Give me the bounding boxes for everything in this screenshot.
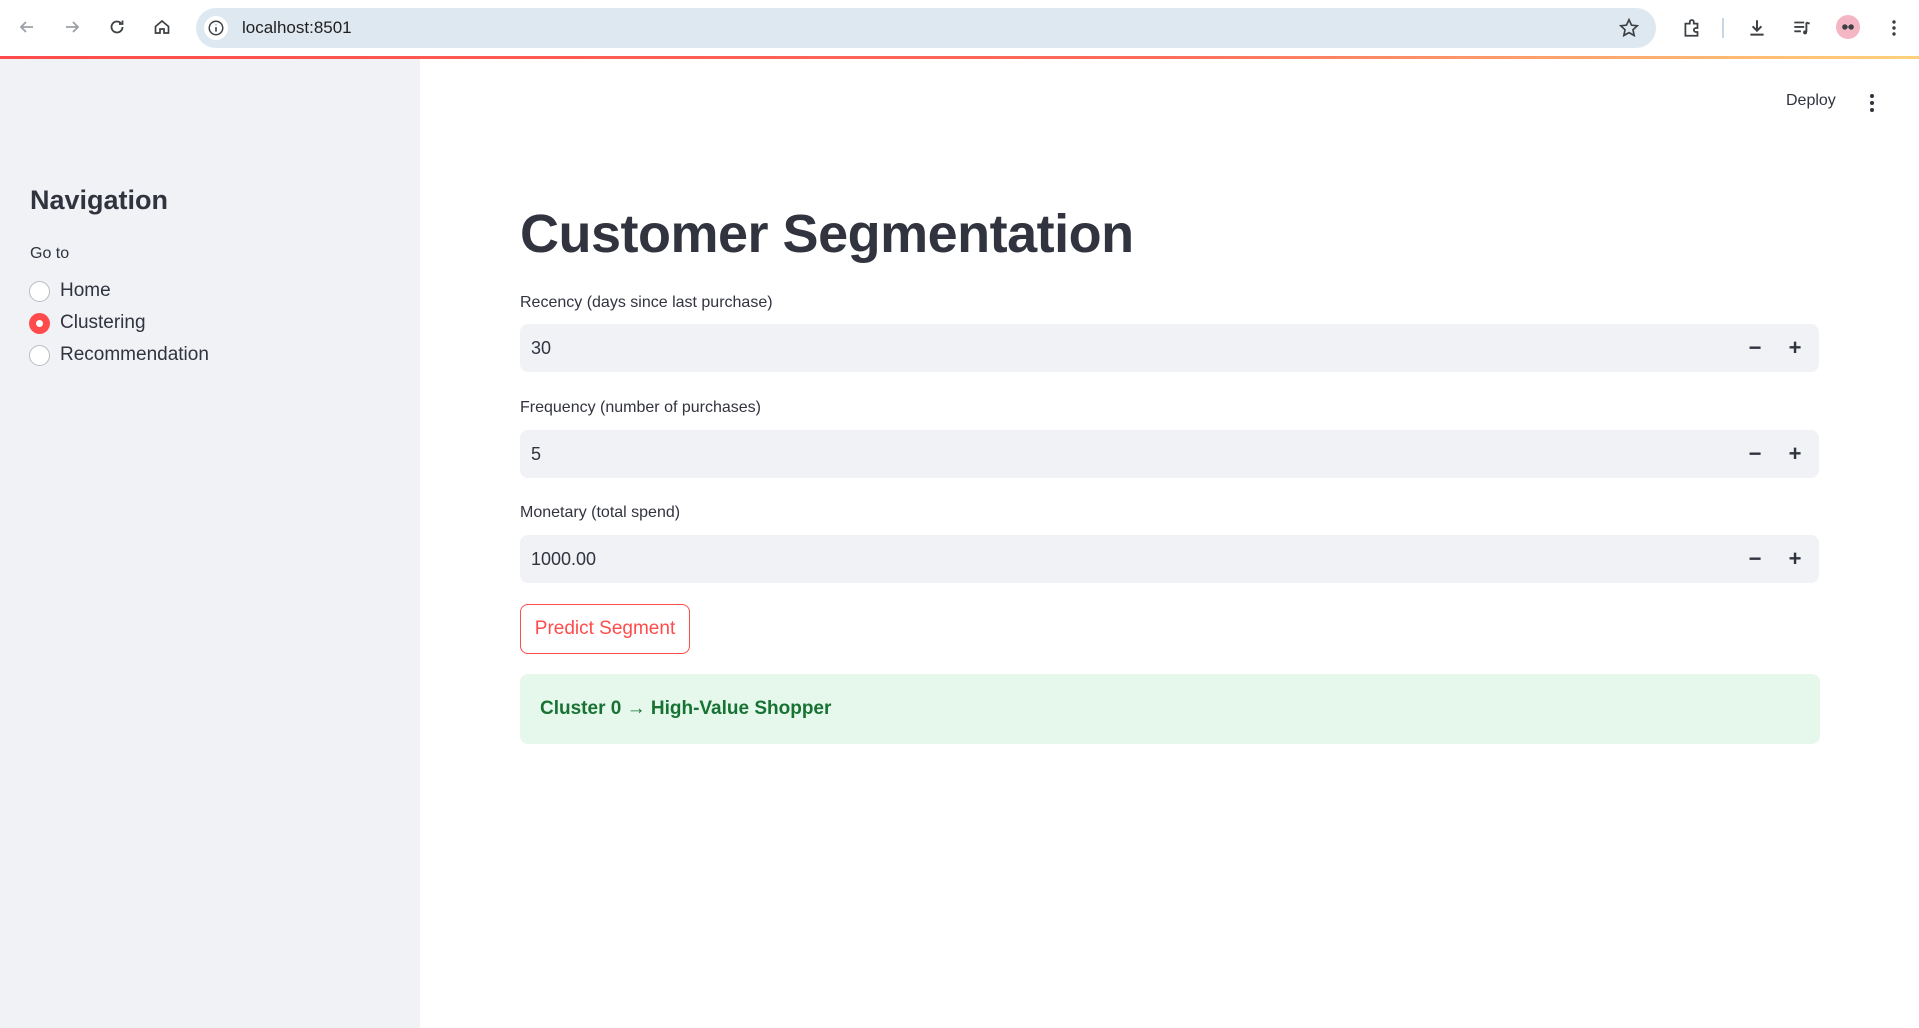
increment-button[interactable]: +: [1780, 544, 1810, 574]
home-icon[interactable]: [147, 12, 177, 42]
extensions-icon[interactable]: [1678, 14, 1706, 42]
download-icon[interactable]: [1743, 14, 1771, 42]
success-alert: Cluster 0 → High-Value Shopper: [520, 674, 1820, 744]
radio-option-home[interactable]: Home: [29, 280, 111, 302]
reload-icon[interactable]: [102, 12, 132, 42]
url-text[interactable]: localhost:8501: [242, 18, 352, 38]
radio-button[interactable]: [29, 344, 50, 366]
media-queue-icon[interactable]: [1788, 14, 1816, 42]
result-text: Cluster 0 → High-Value Shopper: [540, 698, 832, 719]
decrement-button[interactable]: −: [1740, 544, 1770, 574]
recency-number-input[interactable]: 30 − +: [520, 324, 1819, 372]
toolbar-divider: [1722, 18, 1724, 38]
decrement-button[interactable]: −: [1740, 333, 1770, 363]
recency-label: Recency (days since last purchase): [520, 294, 773, 311]
recency-value[interactable]: 30: [531, 338, 551, 359]
frequency-value[interactable]: 5: [531, 444, 541, 465]
radio-label: Clustering: [60, 312, 146, 333]
radio-group-label: Go to: [30, 245, 70, 262]
page-title: Customer Segmentation: [520, 204, 1134, 264]
radio-option-recommendation[interactable]: Recommendation: [29, 344, 209, 366]
frequency-label: Frequency (number of purchases): [520, 399, 761, 416]
deploy-button[interactable]: Deploy: [1786, 92, 1836, 110]
frequency-number-input[interactable]: 5 − +: [520, 430, 1819, 478]
bookmark-star-icon[interactable]: [1618, 17, 1640, 39]
app-menu-icon[interactable]: [1862, 91, 1882, 115]
sidebar: Navigation Go to Home Clustering Recomme…: [0, 59, 420, 1028]
monetary-value[interactable]: 1000.00: [531, 549, 596, 570]
increment-button[interactable]: +: [1780, 439, 1810, 469]
radio-option-clustering[interactable]: Clustering: [29, 312, 146, 334]
decrement-button[interactable]: −: [1740, 439, 1770, 469]
more-menu-icon[interactable]: [1880, 14, 1908, 42]
address-bar[interactable]: localhost:8501: [196, 8, 1656, 48]
site-info-icon[interactable]: [204, 16, 228, 40]
predict-segment-button[interactable]: Predict Segment: [520, 604, 690, 654]
profile-avatar-icon[interactable]: [1836, 15, 1860, 39]
forward-arrow-icon[interactable]: [57, 12, 87, 42]
browser-toolbar: localhost:8501: [0, 0, 1919, 56]
radio-button[interactable]: [29, 280, 50, 302]
radio-label: Recommendation: [60, 344, 209, 365]
increment-button[interactable]: +: [1780, 333, 1810, 363]
sidebar-heading: Navigation: [30, 185, 169, 215]
radio-label: Home: [60, 280, 111, 301]
monetary-number-input[interactable]: 1000.00 − +: [520, 535, 1819, 583]
monetary-label: Monetary (total spend): [520, 504, 681, 521]
radio-button-selected[interactable]: [29, 312, 50, 334]
back-arrow-icon[interactable]: [12, 12, 42, 42]
